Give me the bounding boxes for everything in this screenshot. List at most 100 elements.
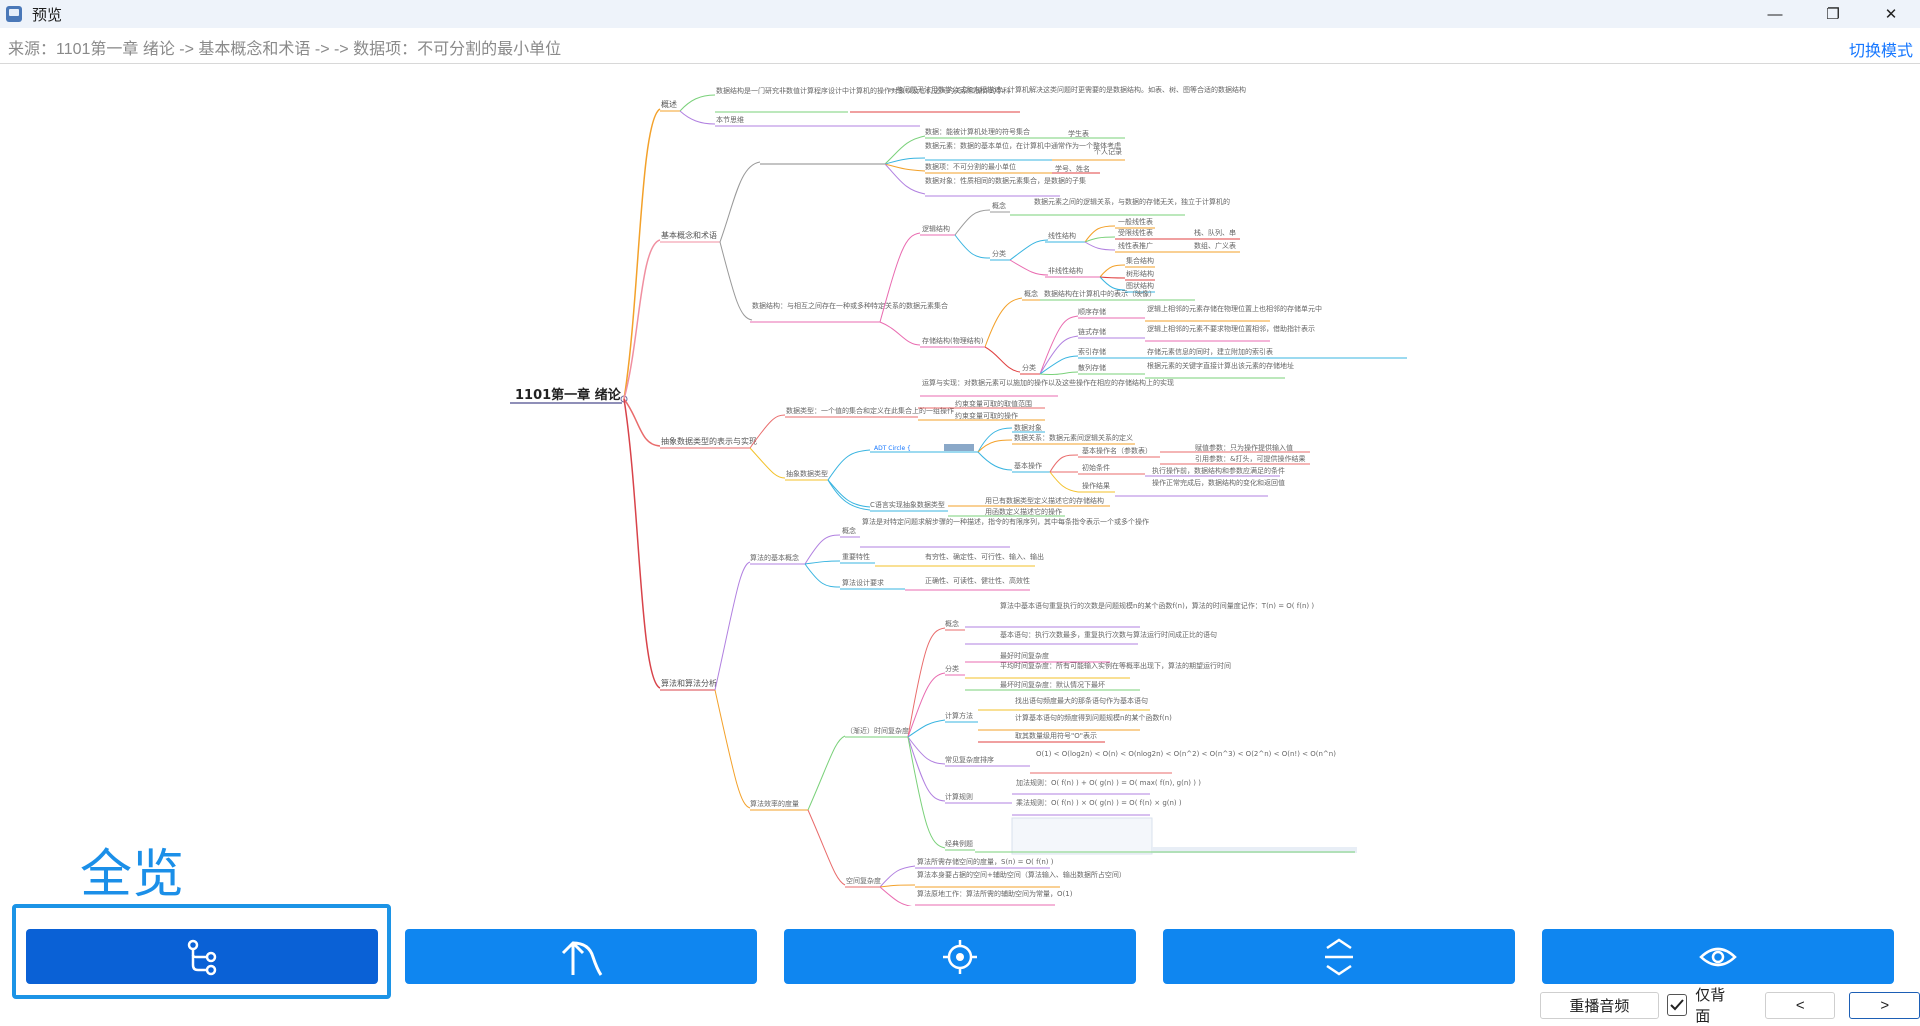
node-text[interactable]: 最好时间复杂度 bbox=[1000, 651, 1049, 660]
node-text[interactable]: 数据项：不可分割的最小单位 bbox=[925, 162, 1016, 171]
node-text[interactable]: 一些问题无法用数学公式和方程描述，计算机解决这类问题时更需要的是数据结构。如表、… bbox=[889, 85, 1246, 94]
node-text[interactable]: 本节思维 bbox=[716, 115, 744, 124]
node-text[interactable]: 算法是对特定问题求解步骤的一种描述，指令的有限序列，其中每条指令表示一个或多个操… bbox=[862, 517, 1149, 526]
node-text[interactable]: 非线性结构 bbox=[1048, 266, 1083, 275]
node-text[interactable]: 基本操作 bbox=[1014, 461, 1042, 470]
node-text[interactable]: ADT Circle { bbox=[874, 445, 911, 452]
node-text[interactable]: （渐近）时间复杂度 bbox=[846, 726, 909, 735]
node-text[interactable]: 数据对象 bbox=[1014, 423, 1042, 432]
node-text[interactable]: 数据结构：与相互之间存在一种或多种特定关系的数据元素集合 bbox=[752, 301, 948, 310]
node-text[interactable]: 有穷性、确定性、可行性、输入、输出 bbox=[925, 552, 1044, 561]
node-text[interactable]: 算法所需存储空间的度量，S(n) = O( f(n) ) bbox=[917, 857, 1054, 866]
node-text[interactable]: 概念 bbox=[992, 201, 1006, 210]
node-text[interactable]: 集合结构 bbox=[1126, 256, 1154, 265]
node-text[interactable]: 找出语句频度最大的那条语句作为基本语句 bbox=[1015, 696, 1148, 705]
node-text[interactable]: 分类 bbox=[945, 664, 959, 673]
node-text[interactable]: 约束变量可取的取值范围 bbox=[955, 399, 1032, 408]
node-text[interactable]: 数据对象：性质相同的数据元素集合，是数据的子集 bbox=[925, 176, 1086, 185]
node-text[interactable]: 链式存储 bbox=[1078, 327, 1106, 336]
go-parent-button[interactable] bbox=[405, 929, 757, 984]
node-text[interactable]: 线性表推广 bbox=[1118, 241, 1153, 250]
node-text[interactable]: 算法中基本语句重复执行的次数是问题规模n的某个函数f(n)，算法的时间量度记作：… bbox=[1000, 601, 1314, 610]
node-text[interactable]: 数据：能被计算机处理的符号集合 bbox=[925, 127, 1030, 136]
branch-overview[interactable]: 概述 bbox=[661, 99, 677, 109]
mindmap-root[interactable]: 1101第一章 绪论 bbox=[515, 387, 622, 403]
node-text[interactable]: 计算方法 bbox=[945, 711, 973, 720]
branch-algorithm[interactable]: 算法和算法分析 bbox=[661, 678, 717, 688]
node-text[interactable]: 数据关系：数据元素间逻辑关系的定义 bbox=[1014, 433, 1133, 442]
node-text[interactable]: 存储结构(物理结构) bbox=[922, 336, 984, 345]
replay-audio-button[interactable]: 重播音频 bbox=[1540, 991, 1659, 1019]
mindmap-canvas[interactable]: 1101第一章 绪论 概述 基本概念和术语 抽象数据类型的表示与实现 算法和算法… bbox=[0, 66, 1920, 906]
node-text[interactable]: 重要特性 bbox=[842, 552, 870, 561]
node-text[interactable]: 算法设计要求 bbox=[842, 578, 884, 587]
expand-collapse-button[interactable] bbox=[1163, 929, 1515, 984]
node-text[interactable]: 抽象数据类型 bbox=[786, 469, 828, 478]
node-text[interactable]: 数据类型：一个值的集合和定义在此集合上的一组操作 bbox=[786, 406, 954, 415]
node-text[interactable]: 受限线性表 bbox=[1118, 228, 1153, 237]
close-icon[interactable]: ✕ bbox=[1862, 0, 1920, 28]
node-text[interactable]: 根据元素的关键字直接计算出该元素的存储地址 bbox=[1147, 361, 1294, 370]
show-hide-button[interactable] bbox=[1542, 929, 1894, 984]
node-text[interactable]: 索引存储 bbox=[1078, 347, 1106, 356]
node-text[interactable]: 常见复杂度排序 bbox=[945, 755, 994, 764]
node-text[interactable]: 算法的基本概念 bbox=[750, 553, 799, 562]
node-text[interactable]: 图状结构 bbox=[1126, 281, 1154, 290]
node-text[interactable]: 线性结构 bbox=[1048, 231, 1076, 240]
back-only-checkbox[interactable] bbox=[1666, 994, 1688, 1016]
branch-concepts[interactable]: 基本概念和术语 bbox=[661, 230, 717, 240]
node-text[interactable]: 经典例题 bbox=[945, 839, 973, 848]
node-text[interactable]: 约束变量可取的操作 bbox=[955, 411, 1018, 420]
node-text[interactable]: O(1) < O(log2n) < O(n) < O(nlog2n) < O(n… bbox=[1036, 750, 1336, 758]
node-text[interactable]: 学生表 bbox=[1068, 129, 1089, 138]
maximize-icon[interactable]: ❐ bbox=[1804, 0, 1862, 28]
switch-mode-link[interactable]: 切换模式 bbox=[1849, 37, 1913, 61]
node-text[interactable]: 运算与实现：对数据元素可以施加的操作以及这些操作在相应的存储结构上的实现 bbox=[922, 378, 1174, 387]
node-text[interactable]: 存储元素信息的同时，建立附加的索引表 bbox=[1147, 347, 1273, 356]
node-text[interactable]: 初始条件 bbox=[1082, 463, 1110, 472]
node-text[interactable]: 基本语句：执行次数最多，重复执行次数与算法运行时间成正比的语句 bbox=[1000, 630, 1217, 639]
node-text[interactable]: 算法本身要占据的空间+辅助空间（算法输入、输出数据所占空间） bbox=[917, 870, 1126, 879]
node-text[interactable]: 赋值参数：只为操作提供输入值 bbox=[1195, 443, 1293, 452]
node-text[interactable]: 执行操作前，数据结构和参数应满足的条件 bbox=[1152, 466, 1285, 475]
node-text[interactable]: 数据元素之间的逻辑关系，与数据的存储无关，独立于计算机的 bbox=[1034, 197, 1230, 206]
node-text[interactable]: 数组、广义表 bbox=[1194, 241, 1236, 250]
node-text[interactable]: 取其数量级用符号"O"表示 bbox=[1015, 731, 1097, 740]
next-button[interactable]: > bbox=[1849, 991, 1920, 1019]
node-text[interactable]: 最坏时间复杂度：默认情况下最坏 bbox=[1000, 680, 1105, 689]
node-text[interactable]: 逻辑上相邻的元素不要求物理位置相邻，借助指针表示 bbox=[1147, 324, 1315, 333]
tree-view-button[interactable] bbox=[26, 929, 378, 984]
node-text[interactable]: 分类 bbox=[1022, 363, 1036, 372]
node-text[interactable]: 算法原地工作：算法所需的辅助空间为常量，O(1) bbox=[917, 889, 1073, 898]
branch-adt[interactable]: 抽象数据类型的表示与实现 bbox=[661, 436, 757, 446]
node-text[interactable]: 概念 bbox=[1024, 289, 1038, 298]
node-text[interactable]: 计算规则 bbox=[945, 792, 973, 801]
node-text[interactable]: 逻辑上相邻的元素存储在物理位置上也相邻的存储单元中 bbox=[1147, 304, 1322, 313]
node-text[interactable]: 概念 bbox=[945, 619, 959, 628]
node-text[interactable]: C语言实现抽象数据类型 bbox=[870, 500, 945, 509]
node-text[interactable]: 正确性、可读性、健壮性、高效性 bbox=[925, 576, 1030, 585]
node-text[interactable]: 个人记录 bbox=[1094, 148, 1122, 156]
node-text[interactable]: 一般线性表 bbox=[1118, 217, 1153, 226]
node-text[interactable]: 栈、队列、串 bbox=[1194, 228, 1236, 237]
minimize-icon[interactable]: — bbox=[1746, 0, 1804, 28]
node-text[interactable]: 分类 bbox=[992, 249, 1006, 258]
node-text[interactable]: 用已有数据类型定义描述它的存储结构 bbox=[985, 496, 1104, 505]
node-text[interactable]: 数据结构在计算机中的表示（映像） bbox=[1044, 289, 1156, 298]
node-text[interactable]: 顺序存储 bbox=[1078, 307, 1106, 316]
node-text[interactable]: 空间复杂度 bbox=[846, 876, 881, 885]
prev-button[interactable]: < bbox=[1764, 991, 1836, 1019]
node-text[interactable]: 计算基本语句的频度得到问题规模n的某个函数f(n) bbox=[1015, 713, 1172, 722]
node-text[interactable]: 基本操作名（参数表） bbox=[1082, 446, 1152, 455]
node-text[interactable]: 学号、姓名 bbox=[1055, 164, 1090, 173]
node-text[interactable]: 逻辑结构 bbox=[922, 224, 950, 233]
node-text[interactable]: 平均时间复杂度：所有可能输入实例在等概率出现下，算法的期望运行时间 bbox=[1000, 661, 1231, 670]
node-text[interactable]: 操作结果 bbox=[1082, 481, 1110, 490]
locate-button[interactable] bbox=[784, 929, 1136, 984]
node-text[interactable]: 引用参数：&打头，可提供操作结果 bbox=[1195, 454, 1305, 463]
node-text[interactable]: 概念 bbox=[842, 526, 856, 535]
node-text[interactable]: 树形结构 bbox=[1126, 269, 1154, 278]
node-text[interactable]: 散列存储 bbox=[1078, 363, 1106, 372]
node-text[interactable]: 数据元素：数据的基本单位，在计算机中通常作为一个整体考虑 bbox=[925, 141, 1121, 150]
node-text[interactable]: 乘法规则：O( f(n) ) × O( g(n) ) = O( f(n) × g… bbox=[1016, 798, 1182, 807]
